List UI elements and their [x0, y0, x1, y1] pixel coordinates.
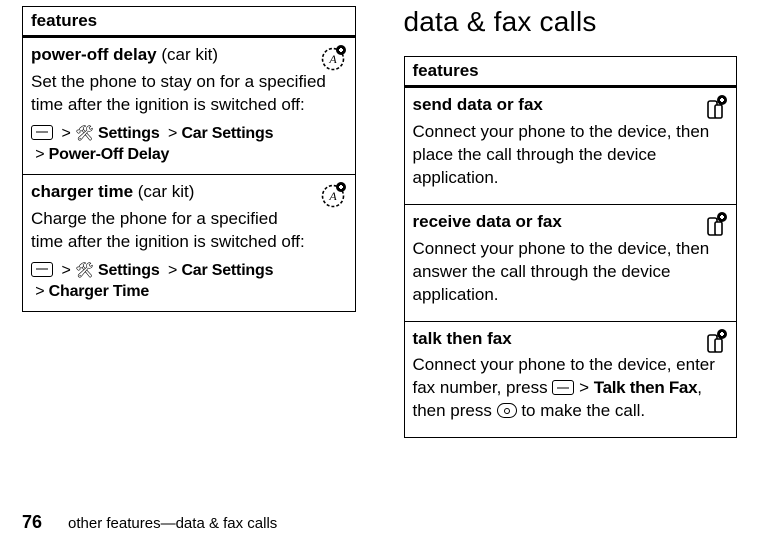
feature-nav-path: > 🛠 Settings > Car Settings > Power-Off …	[31, 123, 347, 166]
send-key-icon	[497, 403, 517, 418]
feature-body: Connect your phone to the device, then p…	[413, 121, 729, 190]
feature-title: talk then fax	[413, 329, 512, 348]
row-talk-then-fax: talk then fax Connect your phone to the …	[404, 321, 737, 438]
row-send-data-fax: send data or fax Connect your phone to t…	[404, 87, 737, 205]
feature-title-qualifier: (car kit)	[157, 45, 218, 64]
feature-title: receive data or fax	[413, 212, 562, 231]
accessory-device-icon	[700, 328, 728, 356]
page-number: 76	[22, 512, 42, 533]
feature-body: Connect your phone to the device, then a…	[413, 238, 729, 307]
menu-key-icon	[31, 262, 53, 277]
footer-text: other features—data & fax calls	[68, 515, 277, 532]
feature-body: Set the phone to stay on for a specified…	[31, 71, 347, 117]
tools-icon: 🛠	[75, 125, 94, 142]
tools-icon: 🛠	[75, 262, 94, 279]
row-receive-data-fax: receive data or fax Connect your phone t…	[404, 204, 737, 321]
feature-body: Connect your phone to the device, enter …	[413, 354, 729, 423]
accessory-device-icon	[700, 211, 728, 239]
feature-title: send data or fax	[413, 95, 543, 114]
accessory-a-icon: A	[319, 181, 347, 209]
row-charger-time: A charger time (car kit) Charge the phon…	[23, 175, 356, 312]
row-power-off-delay: A power-off delay (car kit) Set the phon…	[23, 37, 356, 175]
left-table-header: features	[23, 7, 356, 37]
accessory-device-icon	[700, 94, 728, 122]
svg-text:A: A	[328, 52, 337, 66]
feature-nav-path: > 🛠 Settings > Car Settings > Charger Ti…	[31, 260, 347, 303]
right-features-table: features send data or fax Connect your p…	[404, 56, 738, 438]
menu-key-icon	[31, 125, 53, 140]
left-features-table: features A power-off delay (car kit) Set…	[22, 6, 356, 312]
menu-key-icon	[552, 380, 574, 395]
accessory-a-icon: A	[319, 44, 347, 72]
svg-text:A: A	[328, 189, 337, 203]
right-table-header: features	[404, 57, 737, 87]
feature-title-qualifier: (car kit)	[133, 182, 194, 201]
feature-body: Charge the phone for a specified time af…	[31, 208, 347, 254]
section-title-data-fax: data & fax calls	[404, 6, 738, 38]
feature-title: charger time	[31, 182, 133, 201]
page-footer: 76 other features—data & fax calls	[22, 512, 277, 533]
feature-title: power-off delay	[31, 45, 157, 64]
